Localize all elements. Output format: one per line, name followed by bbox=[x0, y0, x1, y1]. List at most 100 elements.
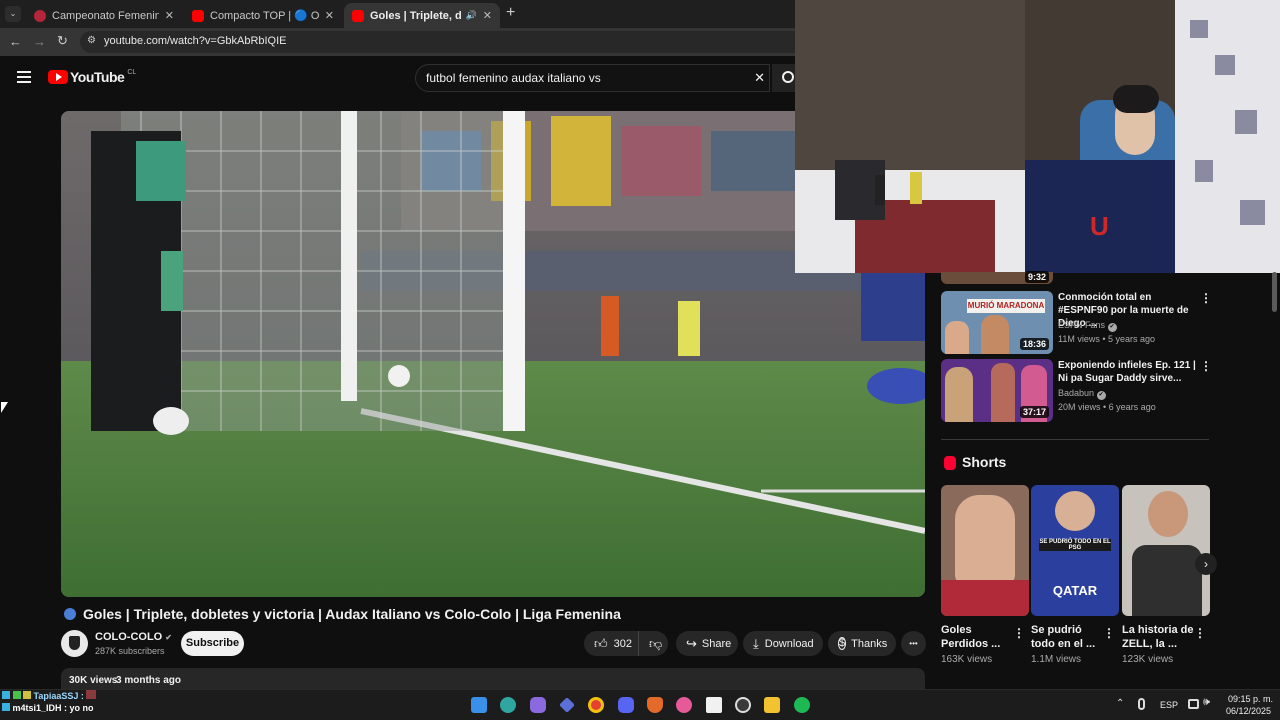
chrome-icon[interactable] bbox=[588, 697, 604, 713]
verified-check-icon: ✔ bbox=[1096, 391, 1106, 400]
channel-name[interactable]: COLO-COLO ✔ bbox=[95, 631, 172, 643]
subscribe-button[interactable]: Subscribe bbox=[181, 631, 244, 656]
site-info-icon[interactable]: ⚙ bbox=[87, 35, 96, 46]
speaker-icon[interactable]: 🔊 bbox=[466, 10, 477, 21]
rec-thumbnail[interactable]: 37:17 bbox=[941, 359, 1053, 422]
rec-title[interactable]: Exponiendo infieles Ep. 121 | Ni pa Suga… bbox=[1058, 359, 1198, 385]
description-box[interactable]: 30K views 3 months ago bbox=[61, 668, 925, 690]
close-icon[interactable]: ✕ bbox=[477, 9, 492, 22]
windows-taskbar: TapiaaSSJ : m4tsi1_IDH : yo no ⌃ ESP 🕪︎ … bbox=[0, 689, 1280, 720]
thumb-banner: MURIÓ MARADONA bbox=[967, 299, 1045, 313]
share-arrow-icon: ↪ bbox=[686, 635, 697, 651]
more-options-icon[interactable]: ⋮ bbox=[1013, 626, 1025, 640]
new-tab-button[interactable]: + bbox=[506, 4, 515, 22]
language-indicator[interactable]: ESP bbox=[1160, 700, 1178, 710]
close-icon[interactable]: ✕ bbox=[319, 9, 334, 22]
discord-icon[interactable] bbox=[618, 697, 634, 713]
video-duration: 18:36 bbox=[1019, 338, 1049, 350]
shorts-next-button[interactable]: › bbox=[1195, 553, 1217, 575]
thanks-label: Thanks bbox=[851, 637, 888, 650]
url-field[interactable]: ⚙ youtube.com/watch?v=GbkAbRbIQIE bbox=[80, 31, 820, 53]
tab-campeonato[interactable]: Campeonato Femenino – Camp ✕ bbox=[26, 3, 182, 28]
short-views: 163K views bbox=[941, 654, 993, 665]
tray-chevron-icon[interactable]: ⌃ bbox=[1116, 698, 1124, 709]
rec-age: 6 years ago bbox=[1108, 402, 1156, 412]
tab-goles[interactable]: Goles | Triplete, doble 🔊 ✕ bbox=[344, 3, 500, 28]
file-icon[interactable] bbox=[706, 697, 722, 713]
menu-icon[interactable] bbox=[17, 71, 31, 83]
rec-stats: 11M views • 5 years ago bbox=[1058, 334, 1156, 344]
clear-search-icon[interactable]: ✕ bbox=[754, 70, 765, 86]
copilot-icon[interactable] bbox=[530, 697, 546, 713]
like-button[interactable]: 👍︎ 302 bbox=[584, 631, 638, 656]
short-title[interactable]: La historia de ZELL, la ... bbox=[1122, 623, 1194, 651]
thanks-button[interactable]: $ Thanks bbox=[828, 631, 896, 656]
file-explorer-icon[interactable] bbox=[764, 697, 780, 713]
tab-list-icon[interactable]: ⌄ bbox=[5, 6, 21, 22]
view-count: 30K views bbox=[69, 675, 118, 686]
rec-channel[interactable]: ESPN Fans ✔ bbox=[1058, 320, 1117, 332]
more-actions-button[interactable]: ••• bbox=[901, 631, 926, 656]
more-options-icon[interactable]: ⋮ bbox=[1200, 291, 1212, 305]
brave-icon[interactable] bbox=[647, 697, 663, 713]
rec-channel-text: Badabun bbox=[1058, 388, 1095, 398]
chat-message: m4tsi1_IDH : yo no bbox=[12, 703, 94, 713]
search-input[interactable]: futbol femenino audax italiano vs ✕ bbox=[415, 64, 770, 92]
chat-badge-icon bbox=[23, 691, 32, 699]
rec-channel[interactable]: Badabun ✔ bbox=[1058, 388, 1106, 400]
chat-user: TapiaaSSJ : bbox=[33, 691, 84, 701]
spotify-icon[interactable] bbox=[794, 697, 810, 713]
more-options-icon[interactable]: ⋮ bbox=[1194, 626, 1206, 640]
clock-time[interactable]: 09:15 p. m. bbox=[1228, 694, 1273, 704]
search-icon bbox=[782, 71, 794, 83]
obs-icon[interactable] bbox=[735, 697, 751, 713]
short-thumbnail[interactable]: SE PUDRIÓ TODO EN EL PSG QATAR bbox=[1031, 485, 1119, 616]
partial-video-thumb[interactable]: 9:32 bbox=[941, 271, 1053, 284]
tab-title: Goles | Triplete, doble bbox=[370, 9, 462, 22]
tab-compacto[interactable]: Compacto TOP | 🔵 O'Higg ✕ bbox=[184, 3, 342, 28]
chat-badge-icon bbox=[2, 703, 10, 711]
short-title[interactable]: Goles Perdidos ... bbox=[941, 623, 1013, 651]
video-title: Goles | Triplete, dobletes y victoria | … bbox=[83, 606, 621, 622]
youtube-logo-text: YouTube bbox=[70, 69, 125, 85]
thumbs-down-icon: 👎︎ bbox=[649, 635, 663, 651]
app-icon[interactable] bbox=[559, 697, 575, 713]
network-icon[interactable] bbox=[1188, 699, 1199, 709]
forward-icon[interactable]: → bbox=[33, 34, 46, 49]
thanks-icon: $ bbox=[838, 637, 847, 650]
rec-channel-text: ESPN Fans bbox=[1058, 320, 1106, 330]
campeonato-favicon-icon bbox=[34, 9, 46, 22]
windows-start-icon[interactable] bbox=[471, 697, 487, 713]
subscriber-count: 287K subscribers bbox=[95, 646, 165, 656]
sidebar-scrollbar[interactable] bbox=[1272, 272, 1277, 312]
rec-thumbnail[interactable]: MURIÓ MARADONA 18:36 bbox=[941, 291, 1053, 354]
chat-line: m4tsi1_IDH : yo no bbox=[2, 702, 96, 714]
short-thumbnail[interactable] bbox=[941, 485, 1029, 616]
download-button[interactable]: ⤓ Download bbox=[743, 631, 823, 656]
youtube-logo[interactable]: YouTube CL bbox=[48, 69, 136, 85]
back-icon[interactable]: ← bbox=[9, 34, 22, 49]
more-options-icon[interactable]: ⋮ bbox=[1103, 626, 1115, 640]
channel-avatar[interactable] bbox=[61, 630, 88, 657]
rec-age: 5 years ago bbox=[1108, 334, 1156, 344]
short-thumbnail[interactable] bbox=[1122, 485, 1210, 616]
dislike-button[interactable]: 👎︎ bbox=[638, 631, 668, 656]
volume-icon[interactable]: 🕪︎ bbox=[1203, 696, 1210, 709]
search-button[interactable] bbox=[772, 64, 795, 92]
reload-icon[interactable]: ↻ bbox=[57, 33, 68, 49]
microphone-icon[interactable] bbox=[1138, 698, 1145, 710]
close-icon[interactable]: ✕ bbox=[159, 9, 174, 22]
more-options-icon[interactable]: ⋮ bbox=[1200, 359, 1212, 373]
upload-age: 3 months ago bbox=[116, 675, 182, 686]
like-count: 302 bbox=[613, 637, 632, 650]
clock-date[interactable]: 06/12/2025 bbox=[1226, 706, 1271, 716]
thumbs-up-icon: 👍︎ bbox=[594, 635, 608, 651]
short-title[interactable]: Se pudrió todo en el ... bbox=[1031, 623, 1103, 651]
rec-views: 11M views bbox=[1058, 334, 1100, 344]
verified-check-icon: ✔ bbox=[165, 633, 172, 642]
edge-icon[interactable] bbox=[500, 697, 516, 713]
region-code: CL bbox=[127, 68, 137, 76]
share-button[interactable]: ↪ Share bbox=[676, 631, 738, 656]
app-icon[interactable] bbox=[676, 697, 692, 713]
channel-name-text: COLO-COLO bbox=[95, 631, 163, 643]
